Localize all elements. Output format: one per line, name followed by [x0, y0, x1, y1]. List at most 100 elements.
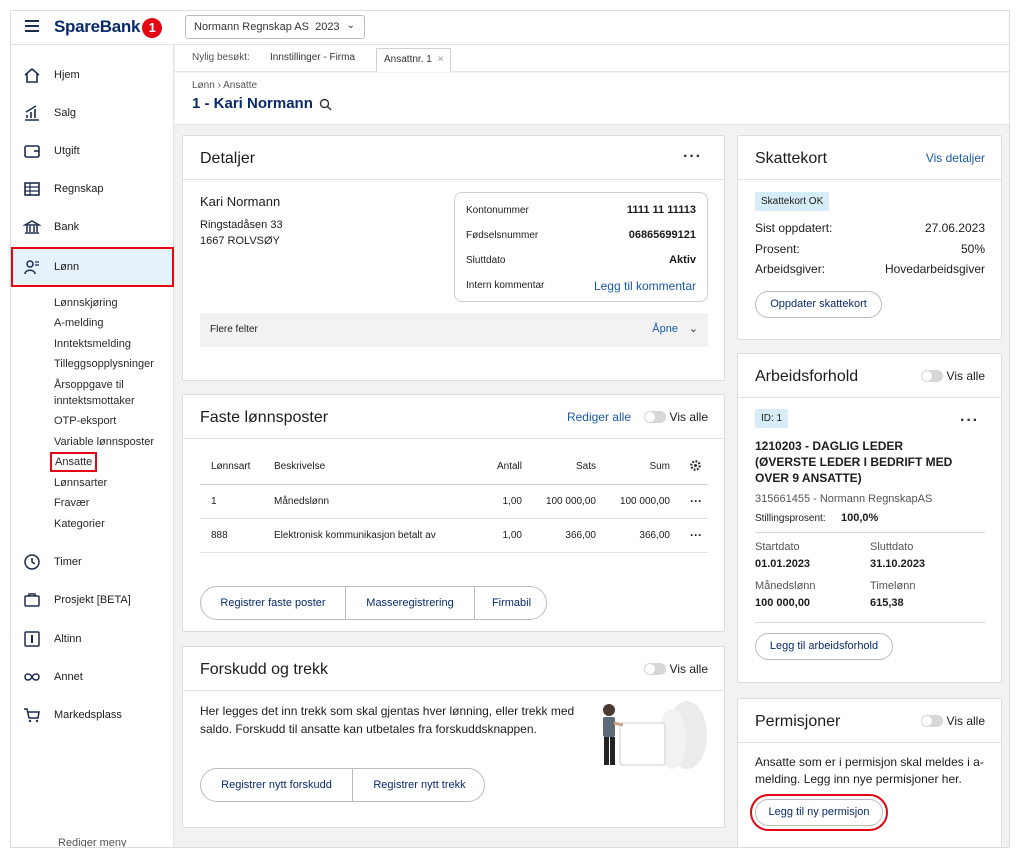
- subnav-arsoppgave-line2[interactable]: inntektsmottaker: [54, 395, 135, 407]
- tax-percent-value: 50%: [960, 242, 985, 256]
- show-all-toggle[interactable]: [921, 370, 943, 382]
- position-line1: 1210203 - DAGLIG LEDER: [755, 439, 904, 453]
- leave-card: Permisjoner Vis alle Ansatte som er i pe…: [737, 698, 1002, 847]
- subnav-tilleggsopplysninger[interactable]: Tilleggsopplysninger: [54, 358, 154, 370]
- tab-ansattnr[interactable]: Ansattnr. 1 ×: [376, 48, 452, 72]
- sidebar-item-utgift[interactable]: Utgift: [11, 133, 174, 169]
- sidebar-item-label: Markedsplass: [54, 709, 122, 721]
- row-menu-icon[interactable]: ···: [670, 518, 708, 552]
- show-all-toggle[interactable]: [644, 411, 666, 423]
- table-row[interactable]: 888 Elektronisk kommunikasjon betalt av …: [200, 518, 708, 552]
- ssn-label: Fødselsnummer: [466, 230, 539, 241]
- advance-card: Forskudd og trekk Vis alle Her legges de…: [182, 646, 725, 828]
- col-sum: Sum: [649, 461, 670, 473]
- col-sats: Sats: [575, 461, 596, 473]
- address-line2: 1667 ROLVSØY: [200, 235, 280, 247]
- page-header: Lønn › Ansatte 1 - Kari Normann: [175, 73, 1009, 125]
- brand-logo[interactable]: SpareBank 1: [54, 17, 163, 38]
- register-fixed-button[interactable]: Registrer faste poster: [201, 587, 345, 619]
- employer-org: 315661455 - Normann RegnskapAS: [755, 493, 933, 505]
- sidebar-item-markedsplass[interactable]: Markedsplass: [11, 697, 174, 733]
- subnav-ansatte[interactable]: Ansatte: [49, 452, 98, 472]
- sidebar: Hjem Salg Utgift Regnskap Bank Lønn Lønn…: [11, 45, 174, 847]
- col-antall: Antall: [496, 461, 522, 473]
- advance-description: Her legges det inn trekk som skal gjenta…: [200, 704, 575, 736]
- show-all-label: Vis alle: [669, 662, 708, 676]
- subnav-a-melding[interactable]: A-melding: [54, 317, 104, 329]
- col-beskrivelse: Beskrivelse: [274, 461, 326, 473]
- subnav-fravaer[interactable]: Fravær: [54, 497, 89, 509]
- chevron-down-icon: ⌄: [688, 323, 698, 335]
- sidebar-item-label: Hjem: [54, 69, 80, 81]
- pct-label: Stillingsprosent:: [755, 513, 826, 524]
- show-all-toggle[interactable]: [921, 715, 943, 727]
- sidebar-item-label: Bank: [54, 221, 80, 233]
- recent-tab-innstillinger[interactable]: Innstillinger - Firma: [270, 52, 355, 63]
- hourly-label: Timelønn: [870, 580, 916, 592]
- sidebar-item-bank[interactable]: Bank: [11, 209, 174, 245]
- account-value: 1111 11 11113: [626, 204, 696, 216]
- subnav-inntektsmelding[interactable]: Inntektsmelding: [54, 338, 131, 350]
- table-row[interactable]: 1 Månedslønn 1,00 100 000,00 100 000,00 …: [200, 484, 708, 518]
- tax-updated-label: Sist oppdatert:: [755, 221, 833, 235]
- sidebar-item-salg[interactable]: Salg: [11, 95, 174, 131]
- ledger-icon: [23, 180, 41, 198]
- menu-icon[interactable]: [25, 20, 39, 34]
- more-icon[interactable]: ···: [960, 412, 979, 430]
- more-icon[interactable]: ···: [683, 148, 702, 166]
- card-header: Faste lønnsposter Rediger alle Vis alle: [183, 395, 724, 439]
- sidebar-item-regnskap[interactable]: Regnskap: [11, 171, 174, 207]
- add-comment-link[interactable]: Legg til kommentar: [594, 279, 696, 293]
- register-advance-button[interactable]: Registrer nytt forskudd: [201, 769, 352, 801]
- tab-label: Ansattnr. 1: [384, 54, 432, 65]
- page-title: 1 - Kari Normann: [192, 95, 313, 112]
- card-header: Arbeidsforhold Vis alle: [738, 354, 1001, 398]
- employee-name: Kari Normann: [200, 194, 281, 209]
- row-menu-icon[interactable]: ···: [670, 484, 708, 518]
- company-car-button[interactable]: Firmabil: [475, 587, 546, 619]
- add-employment-button[interactable]: Legg til arbeidsforhold: [755, 633, 893, 660]
- brand-badge: 1: [142, 17, 163, 38]
- cell-art: 1: [211, 495, 217, 507]
- settings-icon[interactable]: [670, 450, 708, 484]
- breadcrumb[interactable]: Lønn › Ansatte: [192, 80, 257, 91]
- subnav-lonnskjoring[interactable]: Lønnskjøring: [54, 297, 118, 309]
- more-fields-bar[interactable]: Flere felter Åpne ⌄: [200, 313, 708, 347]
- sidebar-item-altinn[interactable]: Altinn: [11, 621, 174, 657]
- card-header: Skattekort Vis detaljer: [738, 136, 1001, 180]
- fixed-actions-group: Registrer faste poster Masseregistrering…: [200, 586, 547, 620]
- tax-employer-value: Hovedarbeidsgiver: [884, 262, 985, 276]
- app-window: SpareBank 1 Normann Regnskap AS 2023 ⌄ Hj…: [10, 10, 1010, 848]
- clock-icon: [23, 553, 41, 571]
- subnav-variable-lonnsposter[interactable]: Variable lønnsposter: [54, 436, 154, 448]
- show-all-label: Vis alle: [946, 369, 985, 383]
- card-header: Permisjoner Vis alle: [738, 699, 1001, 743]
- ssn-value: 06865699121: [628, 229, 696, 241]
- subnav-otp-eksport[interactable]: OTP-eksport: [54, 415, 116, 427]
- sidebar-item-hjem[interactable]: Hjem: [11, 57, 174, 93]
- card-title: Arbeidsforhold: [755, 368, 859, 385]
- company-select[interactable]: Normann Regnskap AS 2023 ⌄: [185, 15, 365, 39]
- sidebar-item-annet[interactable]: Annet: [11, 659, 174, 695]
- sidebar-item-timer[interactable]: Timer: [11, 544, 174, 580]
- show-details-link[interactable]: Vis detaljer: [926, 151, 985, 165]
- sidebar-item-prosjekt[interactable]: Prosjekt [BETA]: [11, 582, 174, 618]
- mass-register-button[interactable]: Masseregistrering: [346, 587, 474, 619]
- edit-menu-link[interactable]: Rediger meny: [58, 837, 126, 847]
- leave-description: Ansatte som er i permisjon skal meldes i…: [755, 755, 984, 786]
- show-all-toggle[interactable]: [644, 663, 666, 675]
- sidebar-item-lonn[interactable]: Lønn: [11, 247, 174, 287]
- tax-card: Skattekort Vis detaljer Skattekort OK Si…: [737, 135, 1002, 340]
- subnav-lonnsarter[interactable]: Lønnsarter: [54, 477, 107, 489]
- add-leave-button[interactable]: Legg til ny permisjon: [750, 794, 888, 831]
- edit-all-link[interactable]: Rediger alle: [567, 410, 631, 424]
- end-date-value: Aktiv: [669, 254, 696, 266]
- subnav-kategorier[interactable]: Kategorier: [54, 518, 105, 530]
- update-tax-card-button[interactable]: Oppdater skattekort: [755, 291, 882, 318]
- tax-status-badge: Skattekort OK: [755, 192, 830, 211]
- register-deduction-button[interactable]: Registrer nytt trekk: [353, 769, 484, 801]
- divider: [755, 622, 985, 623]
- search-icon[interactable]: [319, 98, 332, 114]
- close-icon[interactable]: ×: [438, 54, 444, 65]
- subnav-arsoppgave[interactable]: Årsoppgave til: [54, 379, 124, 391]
